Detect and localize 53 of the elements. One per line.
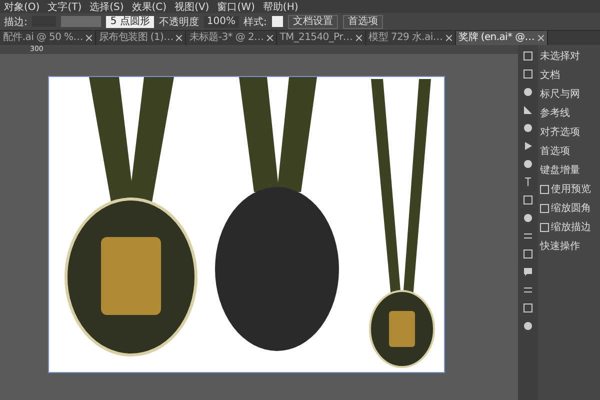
checkbox-label: 缩放描边 — [551, 220, 591, 234]
checkbox[interactable] — [540, 222, 549, 232]
checkbox[interactable] — [540, 184, 549, 194]
close-icon[interactable] — [446, 35, 452, 41]
section-heading: 标尺与网 — [540, 88, 581, 101]
panel-title: 未选择对 — [540, 50, 581, 63]
lines-icon[interactable] — [523, 285, 533, 295]
section-heading: 快速操作 — [540, 240, 581, 253]
lines-icon[interactable] — [523, 231, 533, 241]
checkbox[interactable] — [540, 204, 549, 212]
square-icon[interactable] — [523, 195, 533, 205]
section-heading: 对齐选项 — [540, 126, 581, 139]
checkbox-label: 使用预览 — [551, 183, 591, 196]
brush-dropdown[interactable]: 5 点圆形 — [106, 16, 154, 28]
opacity-field[interactable]: 100% — [204, 16, 239, 28]
document-tab[interactable]: 奖牌 (en.ai* @… — [456, 31, 548, 45]
triangle-icon[interactable] — [523, 105, 533, 115]
menu-item[interactable]: 文字(T) — [48, 0, 82, 14]
circle-icon[interactable] — [523, 123, 533, 133]
circle-icon[interactable] — [523, 159, 533, 169]
menu-item[interactable]: 对象(O) — [4, 0, 40, 14]
stroke-label: 描边: — [4, 16, 28, 28]
menu-item[interactable]: 窗口(W) — [217, 0, 255, 14]
section-heading: 首选项 — [540, 144, 571, 158]
menu-item[interactable]: 效果(C) — [132, 0, 167, 14]
close-icon[interactable] — [86, 35, 92, 41]
play-icon[interactable] — [523, 141, 533, 151]
opacity-label: 不透明度 — [158, 16, 199, 28]
close-icon[interactable] — [266, 35, 273, 41]
section-heading: 文档 — [540, 68, 561, 82]
square-icon[interactable] — [523, 69, 533, 79]
circle-icon[interactable] — [523, 87, 533, 97]
toolbar-button[interactable]: 文档设置 — [288, 14, 338, 28]
checkbox-label: 缩放圆角 — [551, 202, 591, 215]
close-icon[interactable] — [176, 35, 182, 41]
close-icon[interactable] — [356, 35, 362, 41]
close-icon[interactable] — [538, 35, 544, 41]
square-icon[interactable] — [523, 303, 533, 313]
style-swatch[interactable] — [272, 16, 283, 27]
menu-item[interactable]: 视图(V) — [174, 0, 210, 14]
style-label: 样式: — [244, 16, 267, 28]
circle-icon[interactable] — [523, 321, 533, 331]
menu-item[interactable]: 选择(S) — [90, 0, 124, 14]
stroke-swatch[interactable] — [61, 16, 102, 27]
square-icon[interactable] — [523, 51, 533, 61]
menu-item[interactable]: 帮助(H) — [262, 0, 298, 14]
square-icon[interactable] — [523, 249, 533, 259]
text-icon[interactable] — [523, 177, 533, 187]
section-heading: 参考线 — [540, 106, 571, 120]
bubble-icon[interactable] — [523, 267, 533, 277]
toolbar-button[interactable]: 首选项 — [342, 14, 383, 28]
circle-icon[interactable] — [523, 213, 533, 223]
section-heading: 键盘增量 — [540, 164, 581, 177]
